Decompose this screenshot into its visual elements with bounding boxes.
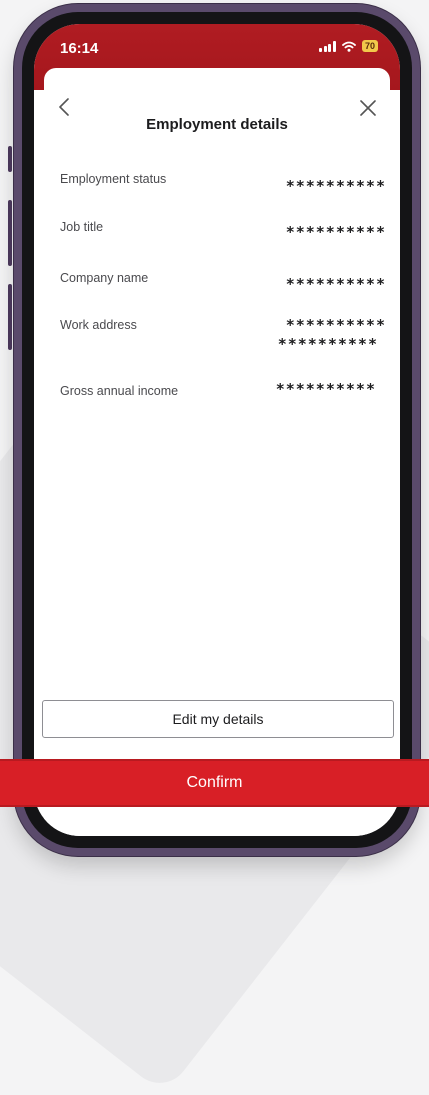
job-title-label: Job title [60, 220, 104, 234]
job-title-value: ********** [285, 223, 386, 241]
gross-income-label: Gross annual income [60, 384, 179, 398]
battery-icon: 70 [361, 40, 378, 52]
page-title: Employment details [146, 116, 288, 133]
volume-up-button [8, 200, 12, 266]
work-address-value-line1: ********** [285, 316, 386, 334]
work-address-value-line2: ********** [277, 335, 378, 353]
employment-status-label: Employment status [60, 172, 167, 186]
employment-status-value: ********** [285, 177, 386, 195]
phone-screen: 16:14 70 Employment details Employment s… [34, 24, 400, 836]
confirm-button[interactable]: Confirm [0, 759, 429, 807]
mute-switch [8, 146, 12, 172]
edit-details-button[interactable]: Edit my details [42, 700, 394, 738]
company-name-value: ********** [285, 275, 386, 293]
status-time: 16:14 [60, 40, 99, 57]
gross-income-value: ********** [275, 380, 376, 398]
volume-down-button [8, 284, 12, 350]
sheet-header: Employment details [44, 68, 390, 133]
company-name-label: Company name [60, 271, 149, 285]
close-icon[interactable] [360, 100, 376, 116]
chevron-left-icon[interactable] [58, 98, 70, 116]
wifi-icon [342, 41, 356, 52]
phone-frame: 16:14 70 Employment details Employment s… [14, 4, 420, 856]
status-icons: 70 [319, 40, 378, 52]
work-address-label: Work address [60, 318, 137, 332]
signal-icon [319, 40, 336, 52]
